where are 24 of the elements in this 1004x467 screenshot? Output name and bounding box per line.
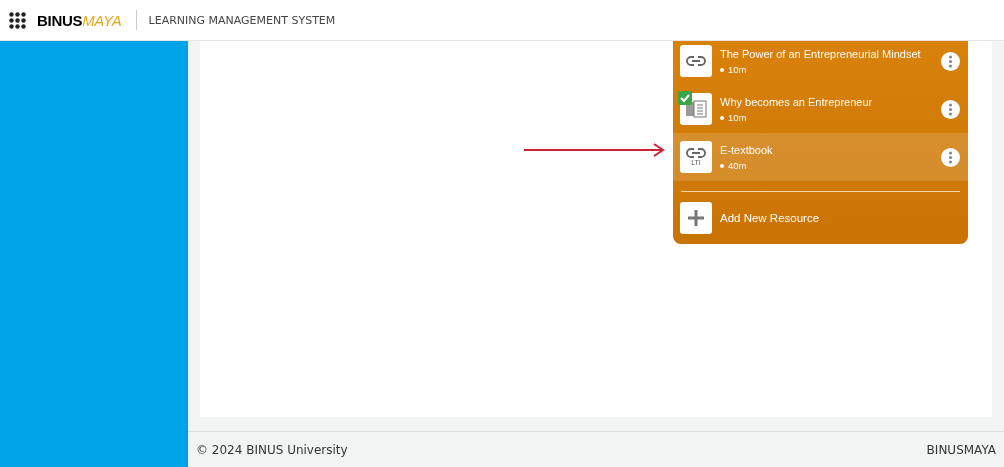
resource-title[interactable]: E-textbook	[720, 143, 933, 157]
bullet-icon	[720, 67, 724, 72]
document-icon	[685, 99, 707, 119]
resource-duration: 40m	[728, 160, 747, 171]
copyright-text: © 2024 BINUS University	[196, 442, 348, 457]
resource-item[interactable]: The Power of an Entrepreneurial Mindset 10m	[673, 41, 968, 85]
link-icon	[686, 147, 706, 159]
add-resource-link[interactable]: Add New Resource	[720, 212, 820, 224]
footer-brand: BINUSMAYA	[926, 442, 996, 457]
resource-duration: 10m	[728, 112, 747, 123]
more-options-icon[interactable]	[941, 99, 960, 119]
bullet-icon	[720, 115, 724, 120]
plus-icon[interactable]	[680, 202, 712, 234]
resource-title[interactable]: Why becomes an Entrepreneur	[720, 95, 933, 109]
resource-title[interactable]: The Power of an Entrepreneurial Mindset	[720, 47, 933, 61]
more-options-icon[interactable]	[941, 51, 960, 71]
link-icon	[686, 55, 706, 67]
system-title: LEARNING MANAGEMENT SYSTEM	[148, 13, 336, 27]
bullet-icon	[720, 163, 724, 168]
resource-item[interactable]: Why becomes an Entrepreneur 10m	[673, 85, 968, 133]
more-options-icon[interactable]	[941, 147, 960, 167]
apps-grid-icon[interactable]	[9, 11, 26, 29]
resource-duration: 10m	[728, 64, 747, 75]
brand-logo[interactable]: BINUSMAYA	[37, 11, 122, 29]
